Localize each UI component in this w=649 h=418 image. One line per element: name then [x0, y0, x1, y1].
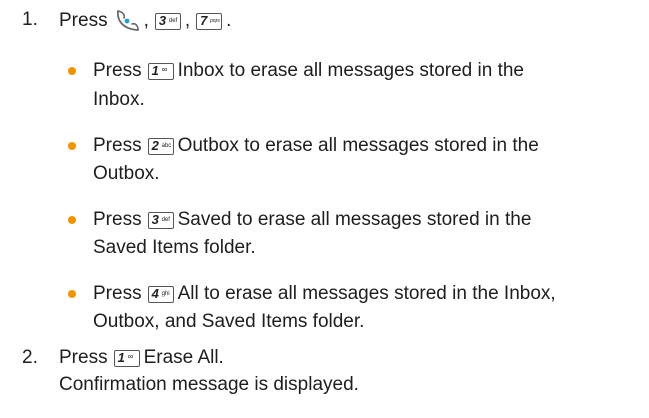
key-3-digit: 3 — [151, 211, 159, 227]
bullet-2-line-2: Outbox. — [93, 163, 160, 184]
key-1-icon: 1 ∞ — [147, 62, 174, 80]
bullet-3-line-2: Saved Items folder. — [93, 237, 256, 258]
manual-page: 1. Press , 3 def , 7 pqrs . Press 1 ∞ In… — [0, 0, 649, 418]
bullet-2-press: Press — [93, 135, 142, 156]
key-3-letters: def — [161, 216, 170, 223]
step-1-line: Press , 3 def , 7 pqrs . — [59, 8, 231, 34]
bullet-3-line-1: Press 3 def Saved to erase all messages … — [93, 208, 531, 232]
bullet-1-line-2: Inbox. — [93, 89, 145, 110]
key-1-icon: 1 ∞ — [113, 349, 140, 367]
bullet-marker — [68, 67, 76, 75]
key-7-icon: 7 pqrs — [196, 12, 223, 30]
key-1-digit: 1 — [151, 62, 159, 78]
step-2-result: Confirmation message is displayed. — [59, 374, 359, 395]
key-4-icon: 4 ghi — [147, 285, 174, 303]
key-7-digit: 7 — [200, 12, 208, 28]
voicemail-icon: ∞ — [127, 351, 134, 361]
key-4-letters: ghi — [161, 290, 170, 297]
step-2-line: Press 1 ∞ Erase All. — [59, 346, 224, 370]
key-4-digit: 4 — [151, 285, 159, 301]
bullet-1-line-1: Press 1 ∞ Inbox to erase all messages st… — [93, 59, 524, 83]
step-2-press: Press — [59, 347, 108, 368]
voicemail-icon: ∞ — [161, 64, 168, 74]
bullet-1-text: Inbox to erase all messages stored in th… — [177, 60, 524, 81]
key-2-letters: abc — [161, 142, 172, 149]
key-7-letters: pqrs — [210, 17, 220, 24]
key-3-icon: 3 def — [147, 211, 174, 229]
key-3-letters: def — [168, 17, 178, 24]
bullet-4-press: Press — [93, 283, 142, 304]
key-1-digit: 1 — [117, 349, 125, 365]
bullet-4-line-1: Press 4 ghi All to erase all messages st… — [93, 282, 556, 306]
bullet-2-text: Outbox to erase all messages stored in t… — [177, 135, 539, 156]
key-2-digit: 2 — [151, 137, 159, 153]
bullet-2-line-1: Press 2 abc Outbox to erase all messages… — [93, 134, 539, 158]
step-1-press: Press — [59, 10, 108, 31]
key-3-digit: 3 — [158, 12, 167, 28]
bullet-3-text: Saved to erase all messages stored in th… — [177, 209, 532, 230]
bullet-marker — [68, 216, 76, 224]
bullet-marker — [68, 290, 76, 298]
step-1-comma: , — [143, 10, 149, 31]
key-3-icon: 3 def — [154, 12, 181, 30]
send-key-icon — [116, 10, 139, 31]
step-2-number: 2. — [22, 347, 38, 368]
bullet-4-line-2: Outbox, and Saved Items folder. — [93, 311, 365, 332]
step-2-action: Erase All. — [143, 347, 224, 368]
step-1-comma: , — [184, 10, 191, 31]
key-2-icon: 2 abc — [147, 137, 174, 155]
bullet-1-press: Press — [93, 60, 142, 81]
step-1-period: . — [226, 10, 232, 31]
step-1-number: 1. — [22, 9, 38, 30]
bullet-marker — [68, 142, 76, 150]
bullet-4-text: All to erase all messages stored in the … — [177, 283, 556, 304]
bullet-3-press: Press — [93, 209, 142, 230]
